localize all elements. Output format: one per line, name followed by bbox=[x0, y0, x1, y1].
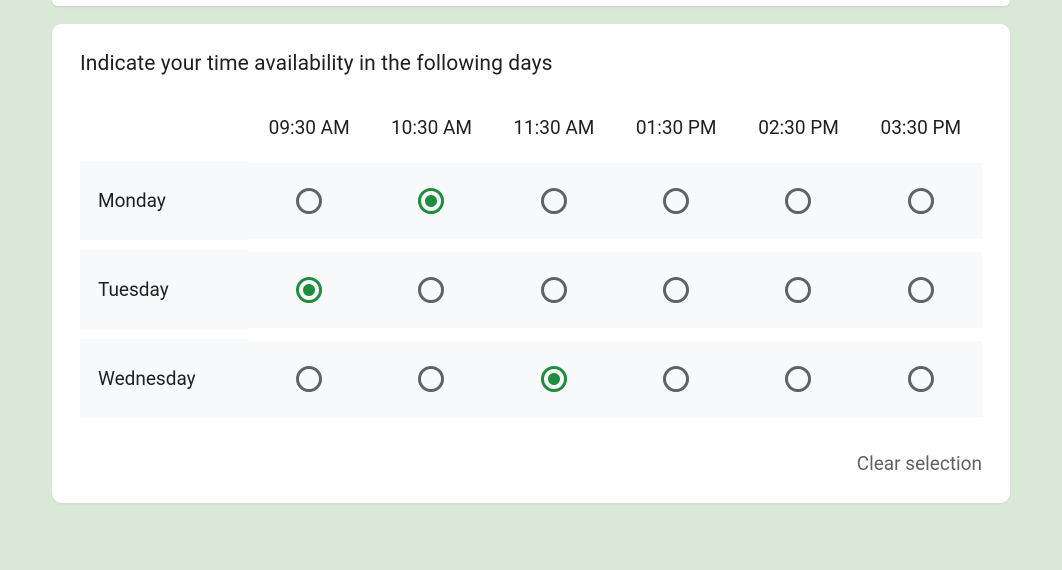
row-gap bbox=[248, 329, 370, 339]
radio-option[interactable] bbox=[418, 277, 444, 303]
row-label: Wednesday bbox=[80, 339, 248, 418]
radio-cell bbox=[370, 163, 492, 239]
radio-cell bbox=[860, 341, 982, 417]
radio-option[interactable] bbox=[296, 188, 322, 214]
radio-cell bbox=[370, 252, 492, 328]
radio-cell bbox=[860, 252, 982, 328]
column-header: 02:30 PM bbox=[737, 116, 859, 161]
radio-cell bbox=[248, 163, 370, 239]
radio-cell bbox=[493, 163, 615, 239]
question-title: Indicate your time availability in the f… bbox=[80, 52, 982, 76]
row-gap bbox=[737, 240, 859, 250]
radio-cell bbox=[615, 252, 737, 328]
card-footer: Clear selection bbox=[80, 448, 982, 479]
previous-card-edge bbox=[52, 0, 1010, 6]
radio-cell bbox=[737, 252, 859, 328]
row-gap bbox=[860, 329, 982, 339]
column-header: 03:30 PM bbox=[860, 116, 982, 161]
row-gap bbox=[615, 329, 737, 339]
radio-cell bbox=[737, 341, 859, 417]
radio-cell bbox=[737, 163, 859, 239]
radio-option[interactable] bbox=[785, 277, 811, 303]
row-label: Tuesday bbox=[80, 250, 248, 329]
row-gap bbox=[493, 240, 615, 250]
radio-option[interactable] bbox=[663, 366, 689, 392]
radio-cell bbox=[615, 163, 737, 239]
radio-option[interactable] bbox=[541, 188, 567, 214]
row-gap bbox=[370, 240, 492, 250]
radio-option[interactable] bbox=[418, 366, 444, 392]
row-gap bbox=[80, 329, 248, 339]
row-gap bbox=[615, 240, 737, 250]
radio-option[interactable] bbox=[663, 277, 689, 303]
radio-option[interactable] bbox=[541, 366, 567, 392]
availability-grid: 09:30 AM10:30 AM11:30 AM01:30 PM02:30 PM… bbox=[80, 116, 982, 418]
row-gap bbox=[737, 329, 859, 339]
column-header: 10:30 AM bbox=[370, 116, 492, 161]
radio-cell bbox=[248, 341, 370, 417]
radio-option[interactable] bbox=[296, 366, 322, 392]
radio-option[interactable] bbox=[541, 277, 567, 303]
form-card: Indicate your time availability in the f… bbox=[52, 24, 1010, 503]
row-gap bbox=[860, 240, 982, 250]
radio-option[interactable] bbox=[785, 188, 811, 214]
column-header: 09:30 AM bbox=[248, 116, 370, 161]
radio-option[interactable] bbox=[908, 188, 934, 214]
radio-cell bbox=[860, 163, 982, 239]
radio-option[interactable] bbox=[908, 366, 934, 392]
radio-option[interactable] bbox=[663, 188, 689, 214]
row-gap bbox=[370, 329, 492, 339]
radio-option[interactable] bbox=[418, 188, 444, 214]
radio-option[interactable] bbox=[785, 366, 811, 392]
radio-cell bbox=[615, 341, 737, 417]
radio-option[interactable] bbox=[296, 277, 322, 303]
column-header: 11:30 AM bbox=[493, 116, 615, 161]
radio-cell bbox=[248, 252, 370, 328]
row-gap bbox=[80, 240, 248, 250]
clear-selection-button[interactable]: Clear selection bbox=[857, 448, 982, 479]
radio-cell bbox=[370, 341, 492, 417]
radio-option[interactable] bbox=[908, 277, 934, 303]
row-gap bbox=[248, 240, 370, 250]
radio-cell bbox=[493, 252, 615, 328]
header-spacer bbox=[80, 119, 248, 159]
row-label: Monday bbox=[80, 161, 248, 240]
row-gap bbox=[493, 329, 615, 339]
radio-cell bbox=[493, 341, 615, 417]
column-header: 01:30 PM bbox=[615, 116, 737, 161]
